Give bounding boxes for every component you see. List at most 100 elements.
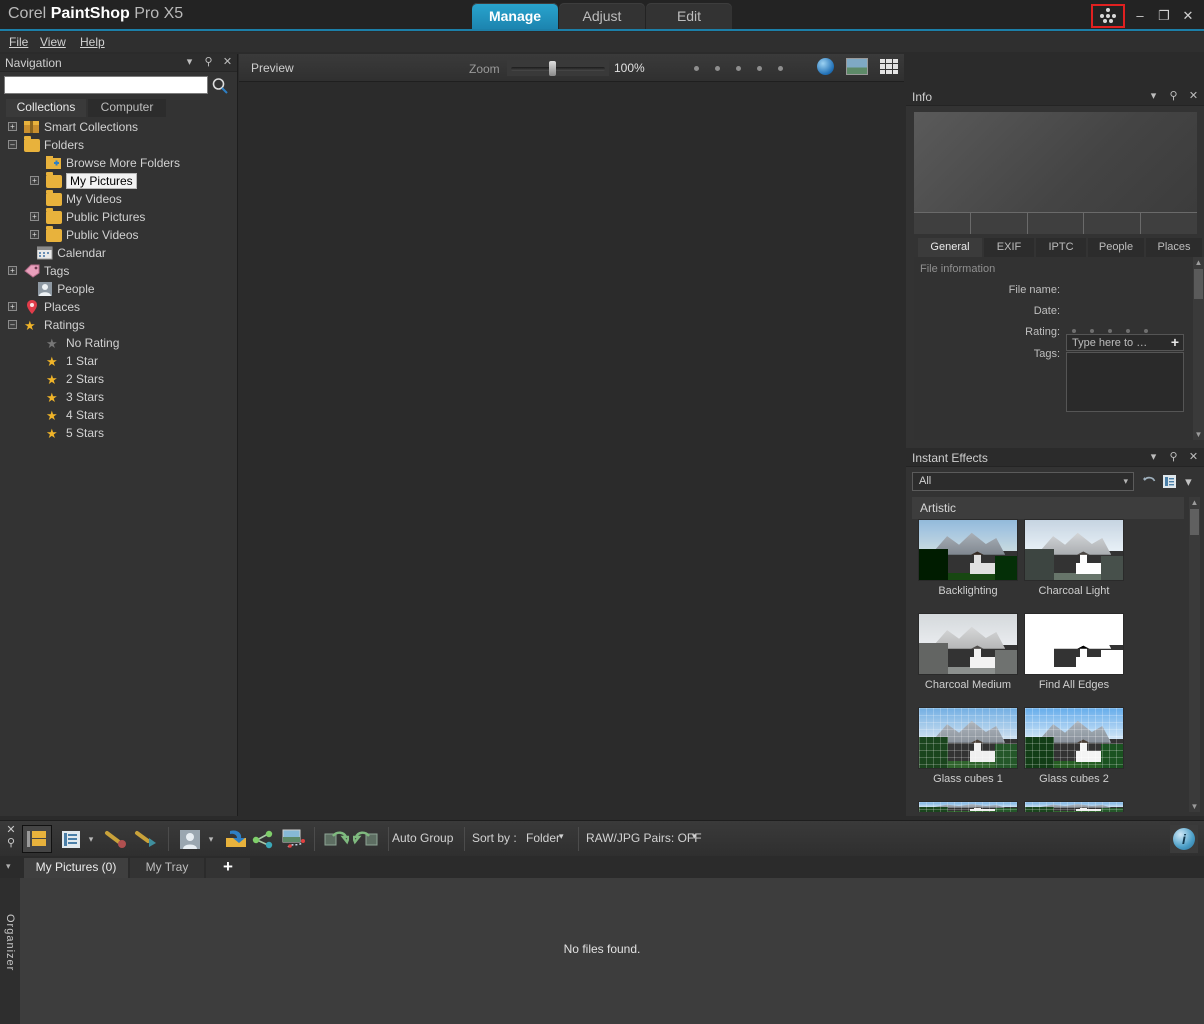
effect-item[interactable]: Charcoal Light <box>1024 519 1124 597</box>
effect-thumbnail[interactable] <box>1024 613 1124 675</box>
rating-dot[interactable] <box>715 66 720 71</box>
chevron-down-icon[interactable]: ▾ <box>184 55 195 68</box>
import-button[interactable] <box>222 825 250 853</box>
pin-icon[interactable]: ⚲ <box>1168 89 1179 102</box>
effects-category-select[interactable]: All ▾ <box>912 472 1135 491</box>
tree-item[interactable]: ★ 5 Stars <box>0 424 238 442</box>
view-mode-button[interactable] <box>58 825 84 853</box>
cluster-icon[interactable] <box>1096 5 1120 27</box>
close-button[interactable]: ✕ <box>1176 5 1200 27</box>
rotate-left-button[interactable] <box>322 825 350 853</box>
rating-dots[interactable] <box>694 66 783 71</box>
pin-icon[interactable]: ⚲ <box>2 836 20 849</box>
menu-help[interactable]: Help <box>76 34 109 50</box>
tags-input[interactable]: Type here to … + <box>1066 334 1184 351</box>
scrollbar-thumb[interactable] <box>1190 509 1199 535</box>
tree-expander[interactable]: + <box>30 230 39 239</box>
chevron-down-icon[interactable]: ▾ <box>692 831 697 842</box>
rotate-right-button[interactable] <box>352 825 380 853</box>
quick-fix-button[interactable] <box>102 825 130 853</box>
organizer-sidebar[interactable]: Organizer <box>0 878 20 1024</box>
tab-places[interactable]: Places <box>1146 238 1202 257</box>
rating-dot[interactable] <box>1126 329 1130 333</box>
tree-item[interactable]: + Places <box>0 298 238 316</box>
apply-fix-button[interactable] <box>132 825 160 853</box>
tree-item[interactable]: + Public Videos <box>0 225 238 244</box>
tree-item[interactable]: + Public Pictures <box>0 207 238 226</box>
info-scrollbar[interactable]: ▲ ▼ <box>1193 257 1204 440</box>
chevron-down-icon[interactable]: ▾ <box>6 861 11 872</box>
tree-item[interactable]: ★ 2 Stars <box>0 370 238 388</box>
effect-item[interactable]: Glass cubes 1 <box>918 707 1018 785</box>
rating-dot[interactable] <box>694 66 699 71</box>
tree-item[interactable]: + Tags <box>0 262 238 280</box>
file-browser-area[interactable]: No files found. <box>0 878 1204 1024</box>
effect-thumbnail[interactable] <box>1024 801 1124 812</box>
tree-expander[interactable]: + <box>8 122 17 131</box>
sort-by-value[interactable]: Folder <box>526 831 560 845</box>
tree-expander[interactable]: – <box>8 140 17 149</box>
scrollbar-thumb[interactable] <box>1194 269 1203 299</box>
chevron-down-icon[interactable]: ▾ <box>1179 472 1198 491</box>
tree-item[interactable]: My Videos <box>0 189 238 208</box>
tree-expander[interactable]: + <box>8 302 17 311</box>
tree-expander[interactable]: – <box>8 320 17 329</box>
info-rating-dots[interactable] <box>1072 329 1148 333</box>
chevron-down-icon[interactable]: ▾ <box>1148 89 1159 102</box>
effects-scrollbar[interactable]: ▲ ▼ <box>1189 497 1200 812</box>
scroll-down-icon[interactable]: ▼ <box>1193 429 1204 440</box>
tree-item[interactable]: ★ No Rating <box>0 334 238 352</box>
restore-button[interactable]: ❐ <box>1152 5 1176 27</box>
tab-collections[interactable]: Collections <box>6 99 86 117</box>
tab-manage[interactable]: Manage <box>472 3 558 30</box>
add-tag-button[interactable]: + <box>1171 334 1179 350</box>
tree-item[interactable]: ★ 1 Star <box>0 352 238 370</box>
tab-people[interactable]: People <box>1088 238 1144 257</box>
minimize-button[interactable]: – <box>1128 5 1152 27</box>
tree-item[interactable]: + My Pictures <box>0 171 238 190</box>
effect-thumbnail[interactable] <box>1024 707 1124 769</box>
close-icon[interactable]: ✕ <box>1188 450 1199 463</box>
rating-dot[interactable] <box>1090 329 1094 333</box>
tab-general[interactable]: General <box>918 238 982 257</box>
chevron-down-icon[interactable]: ▾ <box>1148 450 1159 463</box>
effect-item[interactable] <box>918 801 1018 812</box>
scroll-up-icon[interactable]: ▲ <box>1189 497 1200 508</box>
tree-item[interactable]: ★ 4 Stars <box>0 406 238 424</box>
tree-expander[interactable]: + <box>30 176 39 185</box>
chevron-down-icon[interactable]: ▾ <box>559 831 564 842</box>
effect-thumbnail[interactable] <box>1024 519 1124 581</box>
tree-item[interactable]: + Smart Collections <box>0 118 238 136</box>
menu-view[interactable]: View <box>36 34 70 50</box>
rating-dot[interactable] <box>736 66 741 71</box>
search-input[interactable] <box>4 76 208 94</box>
rating-dot[interactable] <box>1144 329 1148 333</box>
effect-thumbnail[interactable] <box>918 801 1018 812</box>
scroll-down-icon[interactable]: ▼ <box>1189 801 1200 812</box>
add-tray-button[interactable]: + <box>206 858 250 878</box>
zoom-slider[interactable] <box>507 60 609 76</box>
tray-tab-my-pictures[interactable]: My Pictures (0) <box>24 858 128 878</box>
photo-icon[interactable] <box>846 58 868 75</box>
zoom-slider-thumb[interactable] <box>549 61 556 76</box>
people-tag-dropdown[interactable]: ▾ <box>204 825 218 853</box>
tab-exif[interactable]: EXIF <box>984 238 1034 257</box>
undo-icon[interactable] <box>1140 472 1159 491</box>
effect-thumbnail[interactable] <box>918 519 1018 581</box>
tab-adjust[interactable]: Adjust <box>559 3 645 30</box>
tab-iptc[interactable]: IPTC <box>1036 238 1086 257</box>
effects-group-header[interactable]: Artistic <box>912 497 1184 519</box>
info-button[interactable]: i <box>1170 825 1198 853</box>
tags-list-box[interactable] <box>1066 352 1184 412</box>
globe-icon[interactable] <box>817 58 834 75</box>
tree-item[interactable]: – Folders <box>0 135 238 154</box>
tree-expander[interactable]: + <box>8 266 17 275</box>
effect-item[interactable]: Find All Edges <box>1024 613 1124 691</box>
tree-item[interactable]: Browse More Folders <box>0 154 238 172</box>
raw-jpg-pairs-button[interactable]: RAW/JPG Pairs: OFF <box>586 831 702 845</box>
tree-item[interactable]: – ★ Ratings <box>0 316 238 334</box>
effect-item[interactable]: Charcoal Medium <box>918 613 1018 691</box>
menu-file[interactable]: File <box>5 34 32 50</box>
rating-dot[interactable] <box>778 66 783 71</box>
show-folders-button[interactable] <box>22 825 52 853</box>
